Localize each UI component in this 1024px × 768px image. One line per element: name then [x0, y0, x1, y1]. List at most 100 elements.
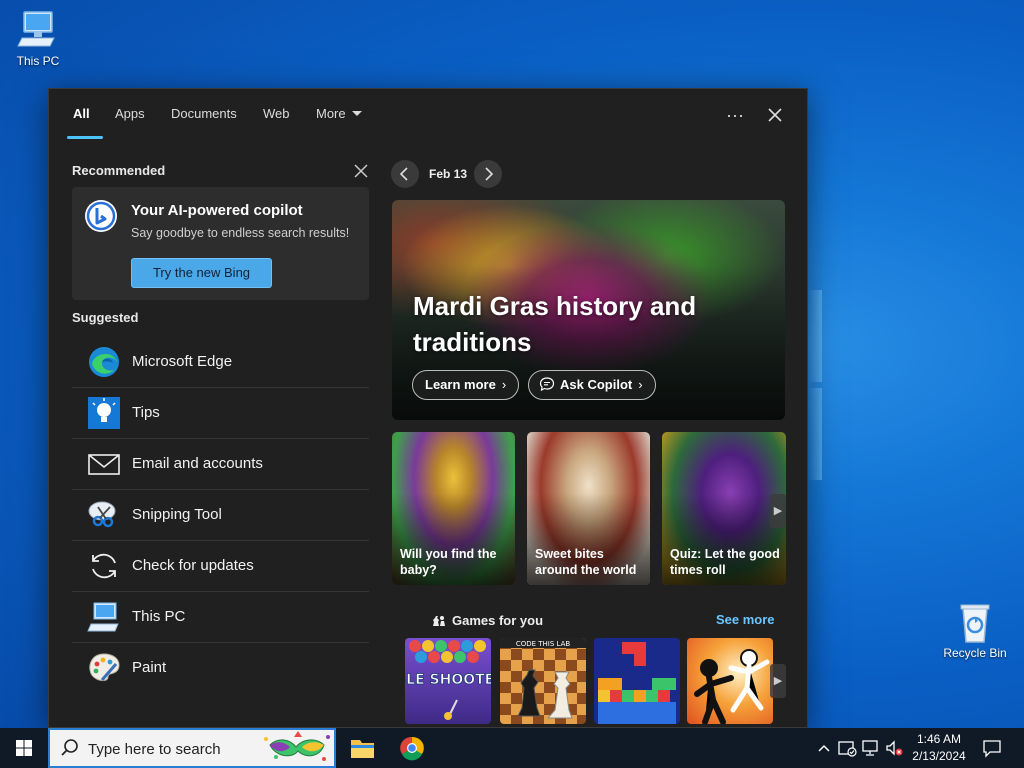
show-hidden-icons-button[interactable]: [814, 738, 834, 758]
hero-card[interactable]: Mardi Gras history and traditions Learn …: [392, 200, 785, 420]
games-scroll-right-button[interactable]: ▶: [770, 664, 786, 698]
game-tile-bubble-shooter[interactable]: BUBBLE SHOOTER HD: [405, 638, 491, 724]
tray-volume[interactable]: [884, 738, 904, 758]
tray-network[interactable]: [861, 738, 881, 758]
game-tile-blocks[interactable]: [594, 638, 680, 724]
copilot-card-title: Your AI-powered copilot: [131, 202, 303, 219]
clock-time: 1:46 AM: [916, 732, 962, 746]
suggested-item-email-and-accounts[interactable]: Email and accounts: [72, 439, 369, 490]
chevron-right-icon: ›: [638, 377, 643, 392]
chevron-right-icon: ▶: [773, 675, 783, 687]
close-icon: [354, 164, 368, 178]
bing-logo-icon: [85, 200, 117, 232]
mardi-gras-mask-icon: [264, 731, 330, 761]
search-icon: [61, 739, 78, 756]
game-pieces-icon: [433, 616, 445, 626]
suggested-item-label: Paint: [132, 659, 167, 676]
tab-web[interactable]: Web: [263, 106, 290, 121]
taskbar-search-box[interactable]: Type here to search: [48, 728, 336, 768]
dismiss-recommended-button[interactable]: [349, 159, 373, 183]
chat-bubble-icon: [539, 377, 555, 392]
game-tile-stickman[interactable]: [687, 638, 773, 724]
taskbar: Type here to search 1:46 AM 2/13/2024: [0, 728, 1024, 768]
learn-more-label: Learn more: [425, 377, 496, 392]
more-options-button[interactable]: ···: [721, 101, 749, 129]
computer-icon: [86, 599, 122, 635]
search-panel: All Apps Documents Web More ··· Recommen…: [48, 88, 808, 728]
wallpaper-beam: [808, 388, 822, 480]
tab-more-label: More: [316, 106, 346, 121]
blocks-art: [598, 642, 676, 724]
game-tile-label: CODE THIS LAB: [516, 640, 571, 648]
suggested-item-tips[interactable]: Tips: [72, 388, 369, 439]
suggested-item-label: Microsoft Edge: [132, 353, 233, 370]
suggested-item-snipping-tool[interactable]: Snipping Tool: [72, 490, 369, 541]
tab-all[interactable]: All: [73, 106, 90, 121]
notifications-button[interactable]: [982, 738, 1002, 758]
cards-scroll-right-button[interactable]: ▶: [770, 494, 786, 528]
copilot-card: Your AI-powered copilot Say goodbye to e…: [72, 187, 369, 300]
ask-copilot-button[interactable]: Ask Copilot ›: [528, 370, 656, 400]
suggested-item-label: Check for updates: [132, 557, 254, 574]
previous-day-button[interactable]: [391, 160, 419, 188]
refresh-icon: [86, 548, 122, 584]
taskbar-chrome[interactable]: [388, 728, 436, 768]
story-card-caption: Will you find the baby?: [400, 547, 497, 577]
chevron-up-icon: [818, 744, 830, 752]
story-card-sweet-bites[interactable]: Sweet bites around the world: [527, 432, 650, 585]
suggested-item-label: This PC: [132, 608, 186, 625]
start-button[interactable]: [0, 728, 48, 768]
suggested-item-label: Snipping Tool: [132, 506, 222, 523]
story-card-quiz[interactable]: Quiz: Let the good times roll: [662, 432, 786, 585]
chevron-right-icon: ›: [501, 377, 507, 392]
chess-art: CODE THIS LAB: [500, 638, 586, 719]
edge-icon: [86, 344, 122, 380]
see-more-games-link[interactable]: See more: [716, 612, 775, 627]
story-card-caption: Quiz: Let the good times roll: [670, 547, 780, 577]
suggested-item-paint[interactable]: Paint: [72, 643, 369, 694]
snipping-icon: [86, 497, 122, 533]
next-day-button[interactable]: [474, 160, 502, 188]
suggested-item-label: Email and accounts: [132, 455, 263, 472]
desktop-icon-label: Recycle Bin: [943, 646, 1007, 660]
highlight-date: Feb 13: [429, 167, 468, 181]
game-tile-chess[interactable]: CODE THIS LAB: [500, 638, 586, 724]
chevron-left-icon: [399, 167, 408, 181]
folder-icon: [351, 740, 374, 758]
suggested-item-microsoft-edge[interactable]: Microsoft Edge: [72, 337, 369, 388]
suggested-item-this-pc[interactable]: This PC: [72, 592, 369, 643]
ask-copilot-label: Ask Copilot: [560, 377, 633, 392]
close-icon: [768, 108, 782, 122]
tab-more[interactable]: More: [316, 106, 362, 121]
desktop-icon-label: This PC: [16, 54, 60, 68]
chevron-right-icon: [485, 167, 494, 181]
search-placeholder: Type here to search: [88, 741, 221, 758]
recycle-bin-icon: [953, 600, 997, 644]
game-tile-label: BUBBLE SHOOTER HD: [405, 672, 491, 688]
copilot-card-subtitle: Say goodbye to endless search results!: [131, 226, 350, 240]
story-card-king-cake[interactable]: Will you find the baby?: [392, 432, 515, 585]
tab-documents[interactable]: Documents: [171, 106, 237, 121]
suggested-item-check-for-updates[interactable]: Check for updates: [72, 541, 369, 592]
stickman-art: [694, 649, 770, 724]
active-tab-indicator: [67, 136, 103, 139]
suggested-title: Suggested: [72, 310, 139, 325]
tray-security[interactable]: [837, 738, 857, 758]
chevron-down-icon: [351, 111, 362, 116]
search-tabs: All Apps Documents Web More ···: [49, 89, 807, 141]
tab-apps[interactable]: Apps: [115, 106, 145, 121]
close-button[interactable]: [761, 101, 789, 129]
desktop-icon-recycle-bin[interactable]: Recycle Bin: [939, 600, 1011, 660]
wallpaper-beam: [808, 290, 822, 382]
taskbar-clock[interactable]: 1:46 AM 2/13/2024: [905, 731, 973, 765]
security-icon: [838, 741, 857, 757]
taskbar-file-explorer[interactable]: [338, 728, 386, 768]
games-title-label: Games for you: [452, 613, 544, 628]
try-bing-button[interactable]: Try the new Bing: [131, 258, 272, 288]
learn-more-button[interactable]: Learn more ›: [412, 370, 520, 400]
mail-icon: [86, 446, 122, 482]
story-card-caption: Sweet bites around the world: [535, 547, 637, 577]
network-icon: [862, 740, 878, 756]
volume-muted-icon: [886, 740, 903, 756]
desktop-icon-this-pc[interactable]: This PC: [2, 8, 74, 68]
